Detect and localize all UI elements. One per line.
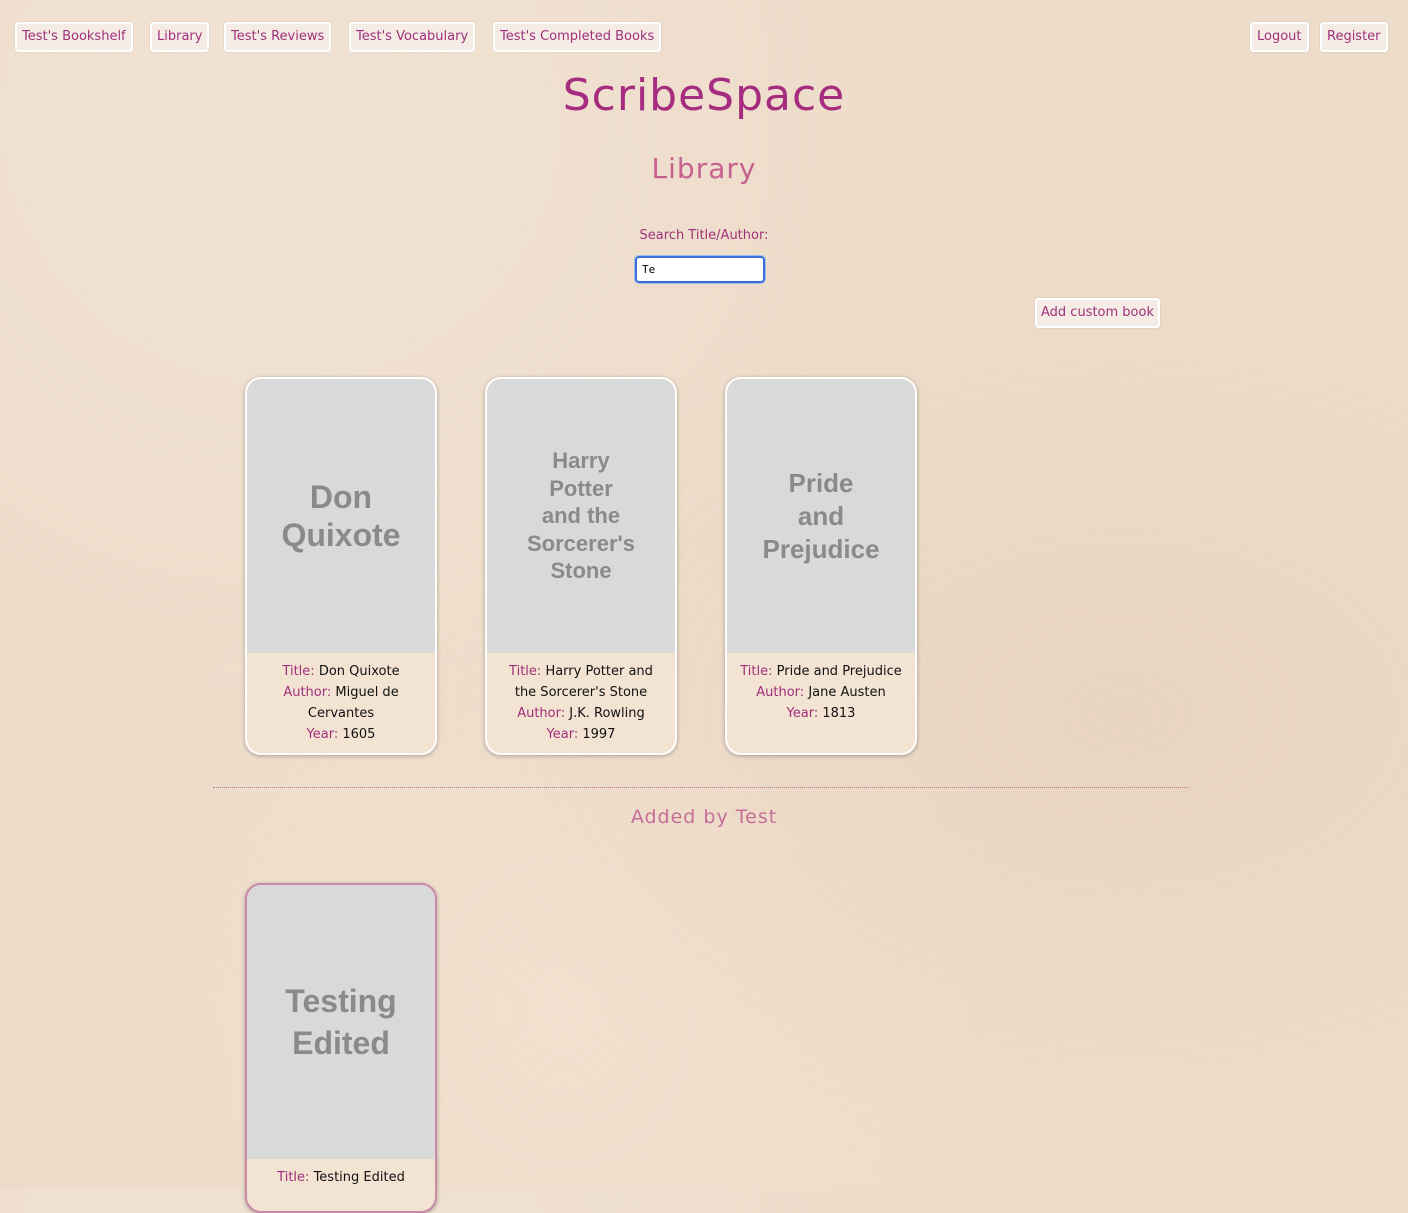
nav-bookshelf-button[interactable]: Test's Bookshelf [15,22,133,52]
added-by-heading: Added by Test [630,806,778,828]
title-label: Title: [282,664,315,679]
book-card-don-quixote[interactable]: Don Quixote Title: Don Quixote Author: M… [245,377,437,755]
book-cover: Pride and Prejudice [727,379,915,653]
book-title: Don Quixote [318,664,400,679]
add-custom-book-button[interactable]: Add custom book [1035,298,1160,328]
book-year: 1813 [822,706,856,721]
title-label: Title: [277,1170,310,1185]
book-author-row: Author: J.K. Rowling [497,703,665,724]
author-label: Author: [756,685,805,700]
book-title-row: Title: Pride and Prejudice [737,661,905,682]
logout-button[interactable]: Logout [1250,22,1309,52]
book-year-row: Year: 1605 [257,724,425,745]
nav-vocabulary-button[interactable]: Test's Vocabulary [349,22,476,52]
book-card-harry-potter[interactable]: Harry Potter and the Sorcerer's Stone Ti… [485,377,677,755]
page-title: Library [651,152,757,185]
nav-library-button[interactable]: Library [150,22,210,52]
book-card-pride-and-prejudice[interactable]: Pride and Prejudice Title: Pride and Pre… [725,377,917,755]
title-label: Title: [509,664,542,679]
book-year: 1605 [342,727,376,742]
book-author: Jane Austen [808,685,886,700]
search-input[interactable] [634,255,766,284]
book-cover: Don Quixote [247,379,435,653]
year-label: Year: [306,727,339,742]
register-button[interactable]: Register [1320,22,1388,52]
book-title-row: Title: Testing Edited [257,1167,425,1188]
book-author: J.K. Rowling [569,706,645,721]
site-logo: ScribeSpace [562,70,846,121]
nav-completed-books-button[interactable]: Test's Completed Books [493,22,662,52]
cover-title: Pride and Prejudice [762,467,880,564]
cover-title: Don Quixote [281,479,401,553]
book-author-row: Author: Miguel de Cervantes [257,682,425,724]
book-year-row: Year: 1997 [497,724,665,745]
book-year-row: Year: 1813 [737,703,905,724]
book-title: Pride and Prejudice [776,664,902,679]
cover-title: Testing Edited [285,983,397,1061]
section-divider [213,787,1189,788]
search-label: Search Title/Author: [639,228,769,243]
author-label: Author: [517,706,566,721]
year-label: Year: [786,706,819,721]
author-label: Author: [283,685,332,700]
year-label: Year: [546,727,579,742]
cover-title: Harry Potter and the Sorcerer's Stone [527,448,635,584]
book-info: Title: Pride and Prejudice Author: Jane … [727,653,915,724]
book-cover: Testing Edited [247,885,435,1159]
book-cover: Harry Potter and the Sorcerer's Stone [487,379,675,653]
book-year: 1997 [582,727,616,742]
title-label: Title: [740,664,773,679]
book-title-row: Title: Don Quixote [257,661,425,682]
book-title-row: Title: Harry Potter and the Sorcerer's S… [497,661,665,703]
custom-book-card-testing-edited[interactable]: Testing Edited Title: Testing Edited [245,883,437,1213]
book-title: Testing Edited [313,1170,405,1185]
book-info: Title: Testing Edited [247,1159,435,1188]
book-info: Title: Don Quixote Author: Miguel de Cer… [247,653,435,745]
book-author-row: Author: Jane Austen [737,682,905,703]
nav-reviews-button[interactable]: Test's Reviews [224,22,332,52]
book-info: Title: Harry Potter and the Sorcerer's S… [487,653,675,745]
